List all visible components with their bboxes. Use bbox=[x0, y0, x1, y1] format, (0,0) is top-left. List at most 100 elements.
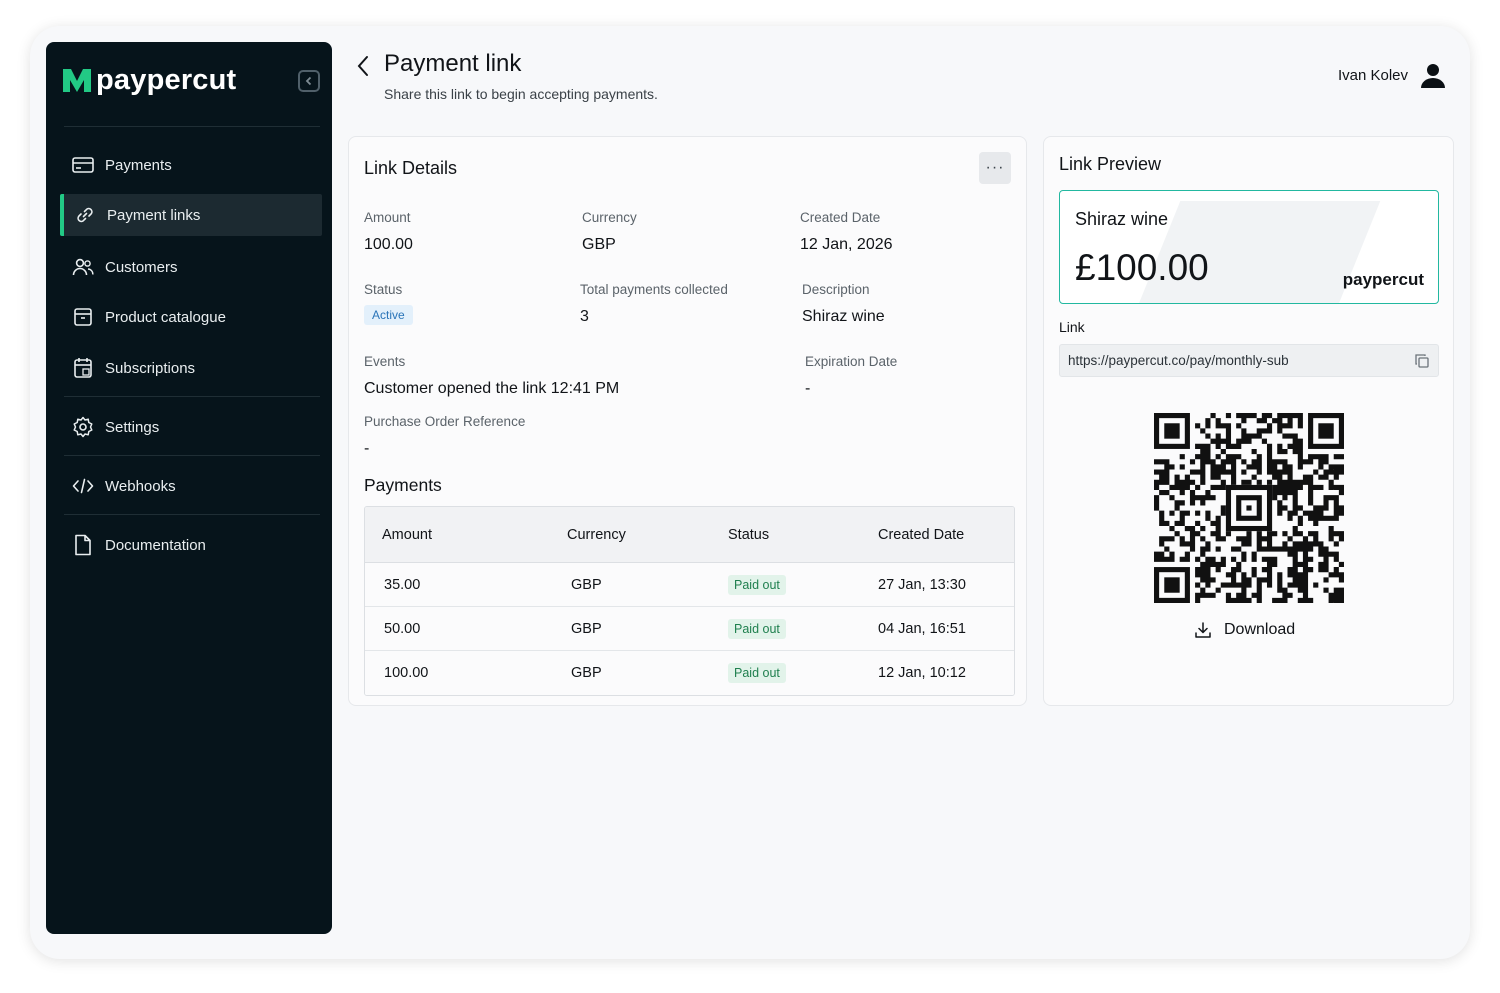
chevron-left-icon bbox=[357, 56, 368, 76]
qr-finder-bottom-left bbox=[1154, 567, 1190, 603]
column-header-amount[interactable]: Amount bbox=[365, 527, 551, 543]
cell-currency: GBP bbox=[571, 620, 602, 637]
sidebar-item-customers[interactable]: Customers bbox=[60, 246, 322, 288]
status-badge: Active bbox=[364, 305, 413, 325]
page-title: Payment link bbox=[384, 50, 522, 77]
logo: paypercut bbox=[62, 62, 236, 98]
table-row[interactable]: 100.00 GBP Paid out 12 Jan, 10:12 bbox=[365, 651, 1014, 695]
amount-label: Amount bbox=[364, 210, 411, 225]
sidebar-item-label: Customers bbox=[105, 258, 178, 276]
page-subtitle: Share this link to begin accepting payme… bbox=[384, 86, 658, 102]
sidebar-item-label: Settings bbox=[105, 418, 160, 436]
status-label: Status bbox=[364, 282, 403, 297]
paid-out-badge: Paid out bbox=[728, 618, 786, 639]
card-title: Link Preview bbox=[1059, 154, 1162, 174]
link-field[interactable]: https://paypercut.co/pay/monthly-sub bbox=[1059, 344, 1439, 377]
sidebar-divider bbox=[64, 455, 320, 456]
sidebar-item-settings[interactable]: Settings bbox=[60, 406, 322, 448]
cell-amount: 100.00 bbox=[384, 665, 429, 681]
cell-status: Paid out bbox=[714, 574, 862, 595]
sidebar-item-label: Webhooks bbox=[105, 477, 176, 495]
table-row[interactable]: 35.00 GBP Paid out 27 Jan, 13:30 bbox=[365, 563, 1014, 607]
more-options-button[interactable]: ··· bbox=[979, 152, 1011, 184]
sidebar-item-payments[interactable]: Payments bbox=[60, 144, 322, 186]
events-value: Customer opened the link 12:41 PM bbox=[364, 380, 620, 397]
gear-icon bbox=[72, 416, 94, 438]
purchase-order-label: Purchase Order Reference bbox=[364, 414, 526, 429]
sidebar-item-product-catalogue[interactable]: Product catalogue bbox=[60, 296, 322, 338]
amount-value: 100.00 bbox=[364, 236, 413, 253]
cell-currency: GBP bbox=[571, 576, 602, 593]
chevron-left-icon bbox=[305, 76, 312, 86]
qr-code bbox=[1154, 413, 1344, 603]
column-header-currency[interactable]: Currency bbox=[551, 527, 714, 543]
events-label: Events bbox=[364, 354, 406, 369]
expiration-date-value: - bbox=[805, 380, 811, 397]
sidebar-item-label: Payment links bbox=[107, 206, 201, 224]
download-label: Download bbox=[1224, 621, 1296, 638]
created-date-label: Created Date bbox=[800, 210, 881, 225]
sidebar-divider bbox=[64, 396, 320, 397]
archive-box-icon bbox=[72, 306, 94, 328]
qr-center-pattern bbox=[1225, 484, 1273, 532]
sidebar-item-label: Product catalogue bbox=[105, 308, 226, 326]
sidebar-divider bbox=[64, 126, 320, 127]
card-title: Link Details bbox=[364, 158, 458, 178]
credit-card-icon bbox=[72, 154, 94, 176]
download-button[interactable]: Download bbox=[1194, 621, 1295, 639]
preview-brand-logo: paypercut bbox=[1342, 270, 1424, 289]
column-header-created-date[interactable]: Created Date bbox=[862, 527, 1014, 543]
payments-table: Amount Currency Status Created Date 35.0… bbox=[364, 506, 1015, 696]
paid-out-badge: Paid out bbox=[728, 663, 786, 683]
link-details-card: Link Details ··· Amount 100.00 Currency … bbox=[348, 136, 1027, 706]
purchase-order-value: - bbox=[364, 440, 370, 457]
sidebar-item-documentation[interactable]: Documentation bbox=[60, 524, 322, 566]
link-preview-card: Link Preview Shiraz wine £100.00 payperc… bbox=[1043, 136, 1454, 706]
qr-finder-top-right bbox=[1308, 413, 1344, 449]
currency-value: GBP bbox=[582, 236, 616, 253]
sidebar-item-webhooks[interactable]: Webhooks bbox=[60, 465, 322, 507]
paypercut-logo-icon bbox=[63, 69, 91, 92]
download-icon bbox=[1195, 622, 1211, 638]
cell-status: Paid out bbox=[714, 663, 862, 683]
sidebar-item-subscriptions[interactable]: Subscriptions bbox=[60, 347, 322, 389]
cell-currency: GBP bbox=[571, 665, 602, 681]
sidebar-divider bbox=[64, 514, 320, 515]
link-url[interactable]: https://paypercut.co/pay/monthly-sub bbox=[1068, 353, 1289, 368]
cell-created-date: 12 Jan, 10:12 bbox=[878, 665, 966, 681]
user-name: Ivan Kolev bbox=[1337, 66, 1408, 84]
link-preview-box: Shiraz wine £100.00 paypercut bbox=[1059, 190, 1439, 304]
total-payments-value: 3 bbox=[580, 308, 589, 325]
sidebar-item-label: Documentation bbox=[105, 536, 206, 554]
description-value: Shiraz wine bbox=[802, 308, 885, 325]
sidebar: paypercut Payments Payment links Custome… bbox=[46, 42, 332, 934]
cell-amount: 50.00 bbox=[384, 620, 421, 637]
code-icon bbox=[72, 475, 94, 497]
paid-out-badge: Paid out bbox=[728, 574, 786, 595]
created-date-value: 12 Jan, 2026 bbox=[800, 236, 893, 253]
cell-status: Paid out bbox=[714, 618, 862, 639]
description-label: Description bbox=[802, 282, 870, 297]
preview-amount: £100.00 bbox=[1075, 247, 1209, 288]
preview-product-name: Shiraz wine bbox=[1075, 209, 1169, 229]
sidebar-item-label: Payments bbox=[105, 156, 172, 174]
link-label: Link bbox=[1059, 319, 1085, 335]
back-button[interactable] bbox=[352, 53, 374, 79]
table-header: Amount Currency Status Created Date bbox=[365, 507, 1014, 563]
logo-text: paypercut bbox=[96, 63, 237, 96]
currency-label: Currency bbox=[582, 210, 637, 225]
expiration-date-label: Expiration Date bbox=[805, 354, 898, 369]
sidebar-item-payment-links[interactable]: Payment links bbox=[60, 194, 322, 236]
table-row[interactable]: 50.00 GBP Paid out 04 Jan, 16:51 bbox=[365, 607, 1014, 651]
cell-created-date: 04 Jan, 16:51 bbox=[878, 620, 966, 637]
user-menu[interactable]: Ivan Kolev bbox=[1338, 62, 1446, 88]
qr-finder-top-left bbox=[1154, 413, 1190, 449]
user-avatar-icon bbox=[1421, 64, 1445, 88]
column-header-status[interactable]: Status bbox=[714, 527, 862, 543]
sidebar-item-label: Subscriptions bbox=[105, 359, 196, 377]
collapse-sidebar-button[interactable] bbox=[298, 70, 320, 92]
calendar-icon bbox=[72, 357, 94, 379]
document-icon bbox=[72, 534, 94, 556]
copy-icon[interactable] bbox=[1414, 353, 1430, 369]
cell-amount: 35.00 bbox=[384, 576, 421, 593]
